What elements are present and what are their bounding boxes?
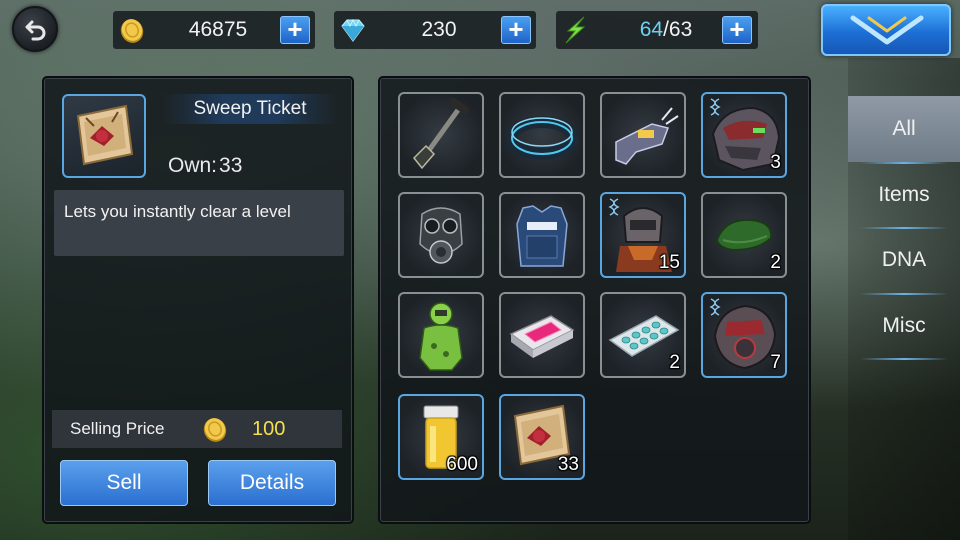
tab-dna[interactable]: DNA [848, 227, 960, 293]
inventory-slot[interactable] [600, 92, 686, 178]
category-tabs: All Items DNA Misc [848, 58, 960, 540]
selected-item-icon [62, 94, 146, 178]
hazmat-suit-icon [419, 302, 463, 371]
add-gold-button[interactable]: + [280, 16, 310, 44]
item-count: 3 [770, 152, 781, 173]
item-detail-panel: Sweep Ticket Own:33 Lets you instantly c… [42, 76, 354, 524]
own-value: 33 [219, 154, 243, 177]
tab-all[interactable]: All [848, 96, 960, 162]
item-count: 2 [770, 252, 781, 273]
energy-max: 63 [668, 18, 693, 41]
inventory-slot[interactable]: 15 [600, 192, 686, 278]
dna-icon [709, 98, 721, 116]
tab-items[interactable]: Items [848, 162, 960, 228]
back-button[interactable] [12, 6, 58, 52]
owned-count: Own:33 [166, 154, 242, 178]
inventory-slot[interactable]: 600 [398, 394, 484, 480]
gold-coin-icon [120, 19, 144, 43]
inventory-slot[interactable] [398, 92, 484, 178]
shovel-icon [412, 97, 470, 170]
selling-price-label: Selling Price [70, 419, 165, 438]
inventory-slot[interactable]: 2 [701, 192, 787, 278]
inventory-slot[interactable] [499, 192, 585, 278]
diamond-value: 230 [421, 18, 457, 41]
gold-value: 46875 [188, 18, 248, 41]
gas-mask-icon [419, 207, 463, 264]
inventory-slot[interactable] [398, 292, 484, 378]
inventory-slot[interactable]: 33 [499, 394, 585, 480]
gold-coin-icon [203, 418, 227, 442]
selling-price-row: Selling Price 100 [52, 410, 342, 448]
sweep-ticket-icon [76, 104, 134, 166]
lightning-icon [565, 16, 586, 44]
dna-icon [709, 298, 721, 316]
inventory-slot[interactable]: 3 [701, 92, 787, 178]
dna-icon [608, 198, 620, 216]
taser-icon [615, 107, 679, 165]
tab-misc[interactable]: Misc [848, 293, 960, 359]
inventory-slot[interactable] [499, 292, 585, 378]
item-description: Lets you instantly clear a level [54, 190, 344, 256]
inventory-slot[interactable]: 7 [701, 292, 787, 378]
selling-price-value: 100 [252, 418, 286, 440]
back-arrow-icon [25, 20, 46, 41]
energy-current: 64 [639, 18, 664, 41]
chevron-down-icon [850, 15, 924, 45]
own-label: Own: [168, 154, 218, 177]
add-energy-button[interactable]: + [722, 16, 752, 44]
item-count: 2 [669, 352, 680, 373]
inventory-slot[interactable]: 2 [600, 292, 686, 378]
diamond-icon [341, 18, 365, 42]
energy-value: 64/63 [616, 11, 716, 49]
inventory-slot[interactable] [398, 192, 484, 278]
sell-button[interactable]: Sell [60, 460, 188, 506]
data-card-icon [509, 315, 575, 358]
police-vest-icon [516, 205, 568, 267]
item-count: 15 [658, 252, 680, 273]
bracelet-icon [506, 116, 578, 160]
energy-counter: 64/63 + [556, 11, 758, 49]
menu-toggle-button[interactable] [821, 4, 951, 56]
add-diamond-button[interactable]: + [501, 16, 531, 44]
gold-counter: 46875 + [113, 11, 315, 49]
item-count: 7 [770, 352, 781, 373]
item-count: 600 [446, 454, 478, 475]
inventory-slot[interactable] [499, 92, 585, 178]
tab-divider [860, 358, 948, 360]
item-count: 33 [557, 454, 579, 475]
details-button[interactable]: Details [208, 460, 336, 506]
inventory-panel: 3 15 2 2 7 600 33 [378, 76, 811, 524]
diamond-counter: 230 + [334, 11, 536, 49]
item-name: Sweep Ticket [162, 94, 338, 124]
